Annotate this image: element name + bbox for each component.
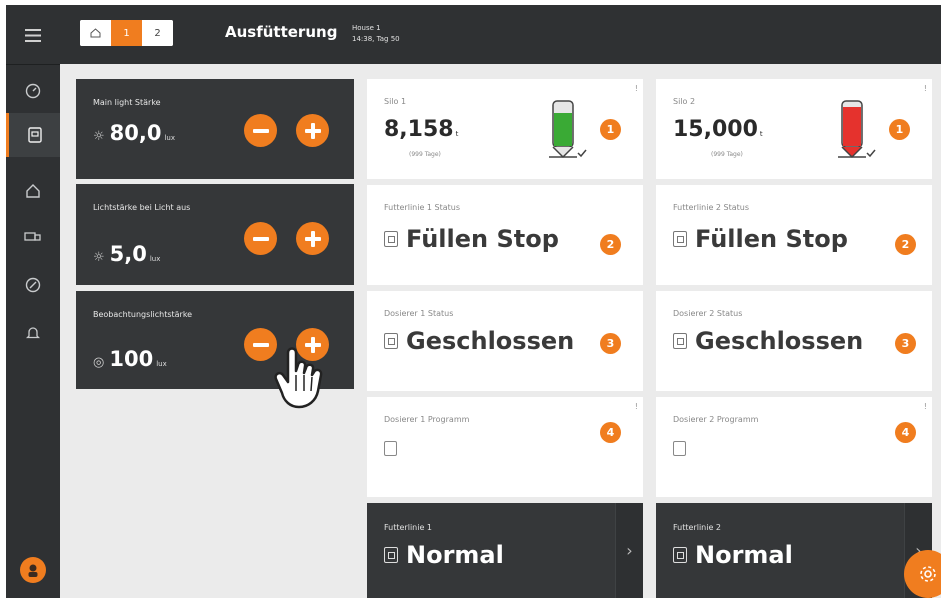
doser-status-label: Dosierer 2 Status [673, 309, 743, 318]
house-selector: 1 2 [80, 20, 173, 46]
doser-program-label: Dosierer 1 Programm [384, 415, 470, 424]
pointer-hand-icon [274, 347, 323, 409]
doser-status-value: Geschlossen [384, 327, 574, 355]
status-badge: 2 [895, 234, 916, 255]
bell-icon[interactable] [6, 311, 60, 355]
camera-icon: ◎ [93, 355, 105, 370]
house-name: House 1 [352, 24, 381, 32]
settings-icon [920, 566, 936, 582]
silo-days: (999 Tage) [409, 151, 441, 158]
light-value: ☼ 80,0 lux [93, 121, 176, 145]
feedline-mode-card[interactable]: Futterlinie 2 Normal › [656, 503, 932, 598]
document-icon [27, 127, 42, 143]
document-icon [673, 441, 686, 456]
status-badge: 1 [600, 119, 621, 140]
avatar[interactable] [20, 557, 46, 583]
feedline-mode-label: Futterlinie 2 [673, 523, 722, 532]
document-icon [384, 441, 397, 456]
document-icon [673, 547, 687, 563]
dashboard-icon[interactable] [6, 69, 60, 113]
silo-days: (999 Tage) [711, 151, 743, 158]
feedline-status-value: Füllen Stop [673, 225, 848, 253]
feedline-mode-value: Normal [673, 541, 793, 569]
document-icon [384, 547, 398, 563]
doser-status-value: Geschlossen [673, 327, 863, 355]
status-badge: 4 [895, 422, 916, 443]
decrease-button[interactable] [244, 114, 277, 147]
increase-button[interactable] [296, 114, 329, 147]
feedline-mode-label: Futterlinie 1 [384, 523, 433, 532]
house-icon[interactable] [6, 169, 60, 213]
document-icon [384, 333, 398, 349]
document-icon [673, 333, 687, 349]
doser-status-card[interactable]: Dosierer 1 Status Geschlossen 3 [367, 291, 643, 391]
silo-card[interactable]: Silo 2 ! 15,000 t (999 Tage) 1 [656, 79, 932, 179]
tab-house-1[interactable]: 1 [111, 20, 142, 46]
feedline-status-card[interactable]: Futterlinie 2 Status Füllen Stop 2 [656, 185, 932, 285]
home-tab[interactable] [80, 20, 111, 46]
page-title: Ausfütterung [225, 23, 338, 41]
status-badge: 3 [895, 333, 916, 354]
menu-icon[interactable] [6, 13, 60, 57]
silo-value: 8,158 t [384, 117, 459, 142]
gauge-icon[interactable] [6, 263, 60, 307]
sidebar-item-feeding[interactable] [6, 113, 60, 157]
light-value: ◎ 100 lux [93, 347, 167, 371]
light-panel-off: Lichtstärke bei Licht aus ☼ 5,0 lux [76, 184, 354, 285]
house-info: House 1 14:38, Tag 50 [352, 23, 400, 45]
light-label: Lichtstärke bei Licht aus [93, 203, 191, 212]
feedline-status-value: Füllen Stop [384, 225, 559, 253]
feedline-status-label: Futterlinie 1 Status [384, 203, 461, 212]
document-icon [673, 231, 687, 247]
doser-program-card[interactable]: Dosierer 1 Programm ! 4 [367, 397, 643, 497]
doser-status-label: Dosierer 1 Status [384, 309, 454, 318]
status-badge: 4 [600, 422, 621, 443]
feedline-mode-card[interactable]: Futterlinie 1 Normal › [367, 503, 643, 598]
bulb-icon: ☼ [93, 129, 105, 144]
light-label: Beobachtungslichtstärke [93, 310, 193, 319]
light-panel-main: Main light Stärke ☼ 80,0 lux [76, 79, 354, 179]
silo-value: 15,000 t [673, 117, 763, 142]
app-frame: 1 2 Ausfütterung House 1 14:38, Tag 50 M… [6, 5, 941, 598]
silo-label: Silo 2 [673, 97, 696, 106]
silo-gauge [838, 100, 876, 159]
house-time: 14:38, Tag 50 [352, 35, 400, 43]
light-value: ☼ 5,0 lux [93, 242, 161, 266]
light-label: Main light Stärke [93, 98, 161, 107]
bulb-icon: ☼ [93, 250, 105, 265]
chevron-right-icon[interactable]: › [615, 503, 643, 598]
decrease-button[interactable] [244, 222, 277, 255]
doser-program-label: Dosierer 2 Programm [673, 415, 759, 424]
feedline-mode-value: Normal [384, 541, 504, 569]
silo-label: Silo 1 [384, 97, 407, 106]
feedline-status-card[interactable]: Futterlinie 1 Status Füllen Stop 2 [367, 185, 643, 285]
silo-card[interactable]: Silo 1 ! 8,158 t (999 Tage) 1 [367, 79, 643, 179]
truck-icon[interactable] [6, 215, 60, 259]
silo-gauge [549, 100, 587, 159]
increase-button[interactable] [296, 222, 329, 255]
doser-program-card[interactable]: Dosierer 2 Programm ! 4 [656, 397, 932, 497]
tab-house-2[interactable]: 2 [142, 20, 173, 46]
feedline-status-label: Futterlinie 2 Status [673, 203, 750, 212]
top-bar: 1 2 Ausfütterung House 1 14:38, Tag 50 [60, 5, 941, 64]
status-badge: 1 [889, 119, 910, 140]
status-badge: 3 [600, 333, 621, 354]
status-badge: 2 [600, 234, 621, 255]
home-icon [90, 28, 101, 38]
document-icon [384, 231, 398, 247]
sidebar [6, 5, 60, 598]
doser-status-card[interactable]: Dosierer 2 Status Geschlossen 3 [656, 291, 932, 391]
